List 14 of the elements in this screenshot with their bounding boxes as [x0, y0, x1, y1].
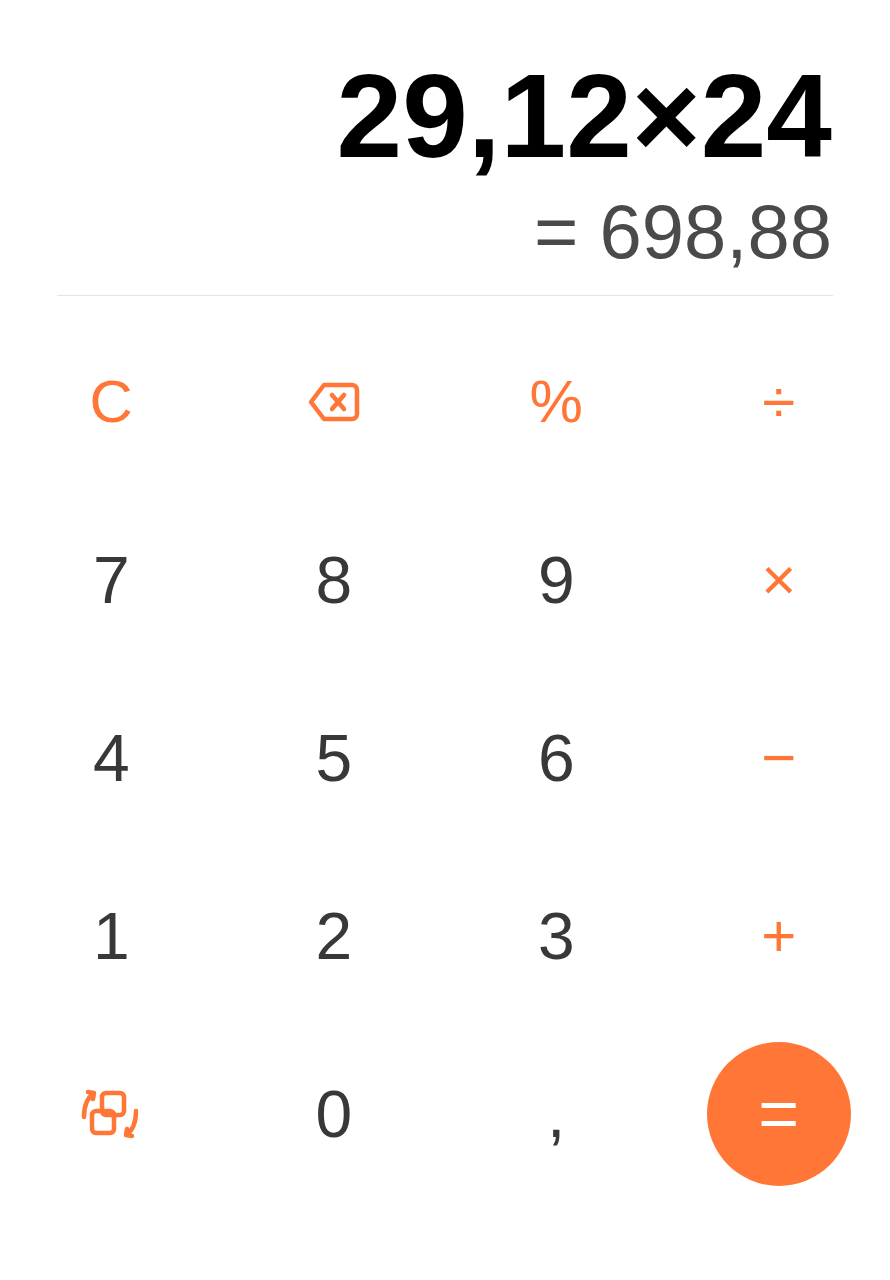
digit-key[interactable]: 1 — [84, 903, 138, 970]
digit-key[interactable]: 2 — [307, 903, 361, 970]
digit-key[interactable]: 8 — [307, 547, 361, 614]
digit-key[interactable]: 9 — [529, 547, 583, 614]
digit-key[interactable]: 7 — [84, 547, 138, 614]
digit-key[interactable]: 5 — [307, 725, 361, 792]
digit-key[interactable]: , — [539, 1081, 574, 1148]
digit-key[interactable]: 4 — [84, 725, 138, 792]
result-text: = 698,88 — [534, 189, 832, 274]
digit-key[interactable]: 6 — [529, 725, 583, 792]
digit-key[interactable]: 3 — [529, 903, 583, 970]
digit-key[interactable]: 0 — [307, 1081, 361, 1148]
backspace-icon — [307, 382, 360, 423]
expression-text: 29,12×24 — [336, 52, 832, 182]
